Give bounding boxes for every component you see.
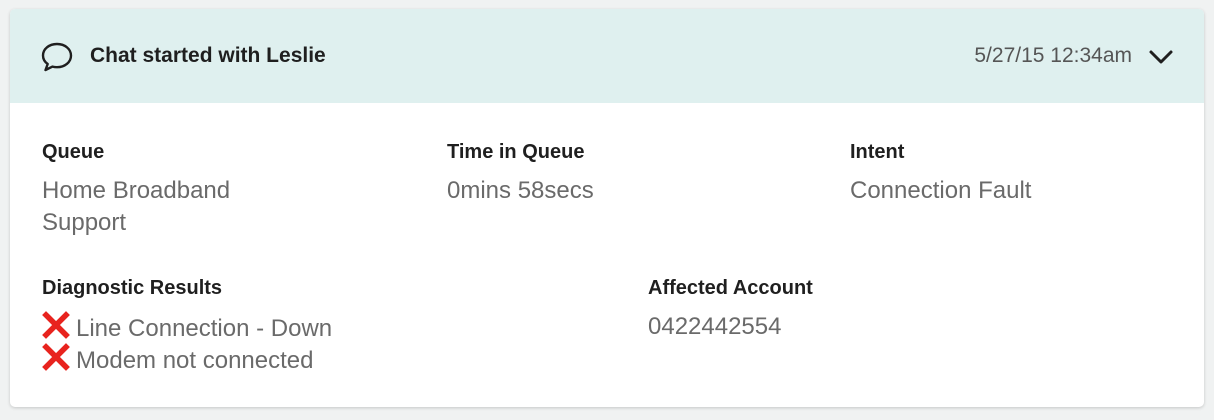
diagnostic-results-label: Diagnostic Results	[42, 277, 223, 299]
chat-timestamp: 5/27/15 12:34am	[974, 44, 1132, 67]
queue-value: Home Broadband Support	[42, 177, 231, 236]
red-x-icon	[42, 343, 70, 371]
time-in-queue-value: 0mins 58secs	[447, 177, 594, 204]
time-in-queue-label: Time in Queue	[447, 141, 585, 163]
intent-label: Intent	[850, 141, 905, 163]
affected-account-value: 0422442554	[648, 313, 782, 340]
chat-title: Chat started with Leslie	[90, 44, 326, 67]
affected-account-label: Affected Account	[648, 277, 813, 299]
diagnostic-item: Line Connection - Down	[42, 311, 332, 343]
red-x-icon	[42, 311, 70, 339]
chat-summary-card: Chat started with Leslie 5/27/15 12:34am…	[10, 9, 1204, 407]
intent-value: Connection Fault	[850, 177, 1032, 204]
chat-bubble-icon	[41, 42, 73, 72]
queue-label: Queue	[42, 141, 105, 163]
chat-header[interactable]: Chat started with Leslie 5/27/15 12:34am	[10, 9, 1204, 103]
diagnostic-item-text: Modem not connected	[76, 347, 314, 374]
diagnostic-item-text: Line Connection - Down	[76, 315, 333, 342]
diagnostic-item: Modem not connected	[42, 343, 313, 375]
chevron-down-icon[interactable]	[1146, 43, 1176, 71]
